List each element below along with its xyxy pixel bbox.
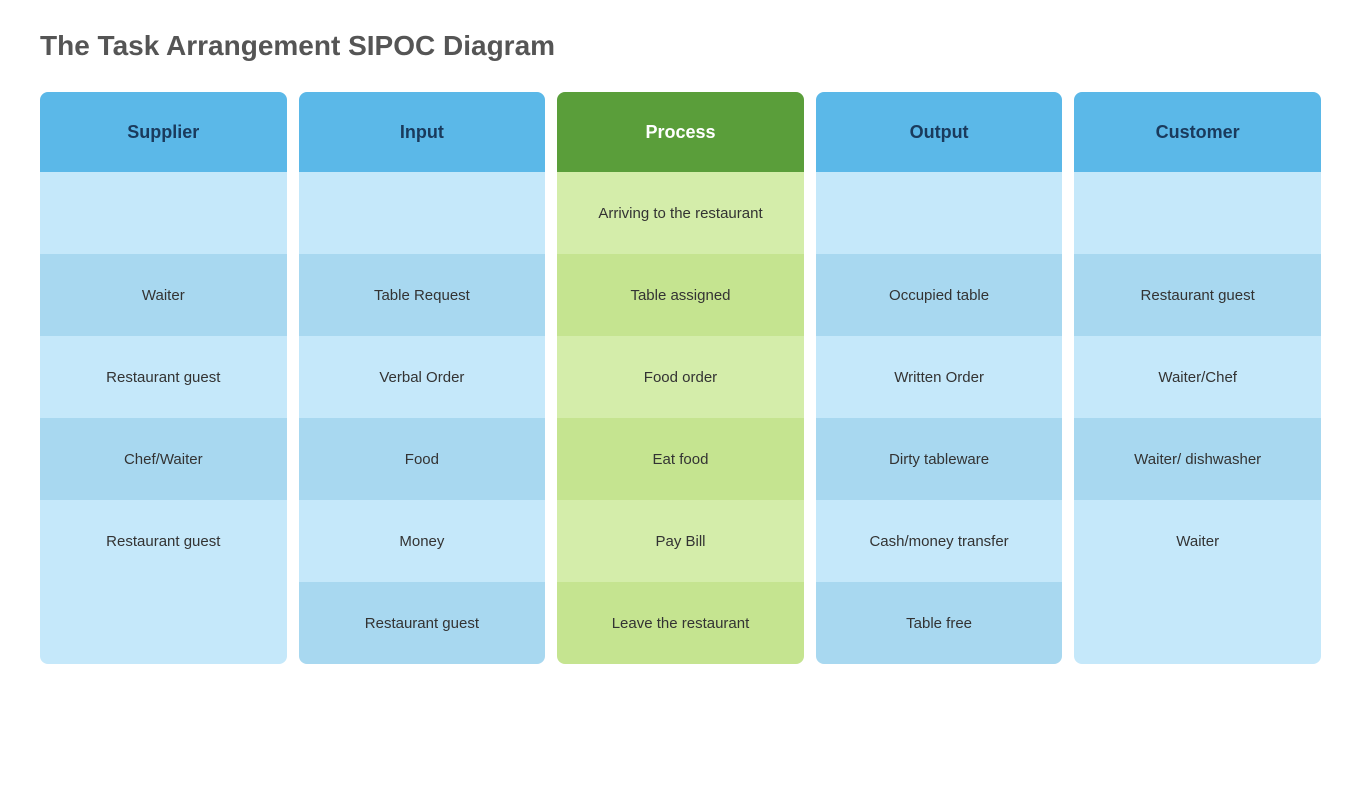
header-output: Output (816, 92, 1063, 172)
cell-customer-4: Waiter (1074, 500, 1321, 582)
column-customer: CustomerRestaurant guestWaiter/ChefWaite… (1074, 92, 1321, 664)
cell-supplier-2: Restaurant guest (40, 336, 287, 418)
cell-supplier-1: Waiter (40, 254, 287, 336)
cell-process-0: Arriving to the restaurant (557, 172, 804, 254)
cell-input-5: Restaurant guest (299, 582, 546, 664)
cell-process-3: Eat food (557, 418, 804, 500)
header-supplier: Supplier (40, 92, 287, 172)
cell-input-2: Verbal Order (299, 336, 546, 418)
cell-supplier-5 (40, 582, 287, 664)
column-input: Input Table RequestVerbal OrderFoodMoneyR… (299, 92, 546, 664)
cell-customer-0 (1074, 172, 1321, 254)
page-title: The Task Arrangement SIPOC Diagram (40, 30, 1321, 62)
cell-output-1: Occupied table (816, 254, 1063, 336)
cell-customer-5 (1074, 582, 1321, 664)
cell-supplier-0 (40, 172, 287, 254)
cell-output-0 (816, 172, 1063, 254)
cell-output-4: Cash/money transfer (816, 500, 1063, 582)
header-process: Process (557, 92, 804, 172)
column-process: ProcessArriving to the restaurantTable a… (557, 92, 804, 664)
header-customer: Customer (1074, 92, 1321, 172)
cell-output-3: Dirty tableware (816, 418, 1063, 500)
cell-process-2: Food order (557, 336, 804, 418)
cell-input-4: Money (299, 500, 546, 582)
cell-process-5: Leave the restaurant (557, 582, 804, 664)
cell-input-1: Table Request (299, 254, 546, 336)
cell-customer-1: Restaurant guest (1074, 254, 1321, 336)
cell-input-0 (299, 172, 546, 254)
column-output: Output Occupied tableWritten OrderDirty t… (816, 92, 1063, 664)
cell-input-3: Food (299, 418, 546, 500)
cell-supplier-3: Chef/Waiter (40, 418, 287, 500)
cell-output-2: Written Order (816, 336, 1063, 418)
column-supplier: SupplierWaiterRestaurant guestChef/Waite… (40, 92, 287, 664)
header-input: Input (299, 92, 546, 172)
cell-output-5: Table free (816, 582, 1063, 664)
cell-supplier-4: Restaurant guest (40, 500, 287, 582)
cell-customer-3: Waiter/ dishwasher (1074, 418, 1321, 500)
sipoc-diagram: SupplierWaiterRestaurant guestChef/Waite… (40, 92, 1321, 664)
cell-customer-2: Waiter/Chef (1074, 336, 1321, 418)
cell-process-1: Table assigned (557, 254, 804, 336)
cell-process-4: Pay Bill (557, 500, 804, 582)
